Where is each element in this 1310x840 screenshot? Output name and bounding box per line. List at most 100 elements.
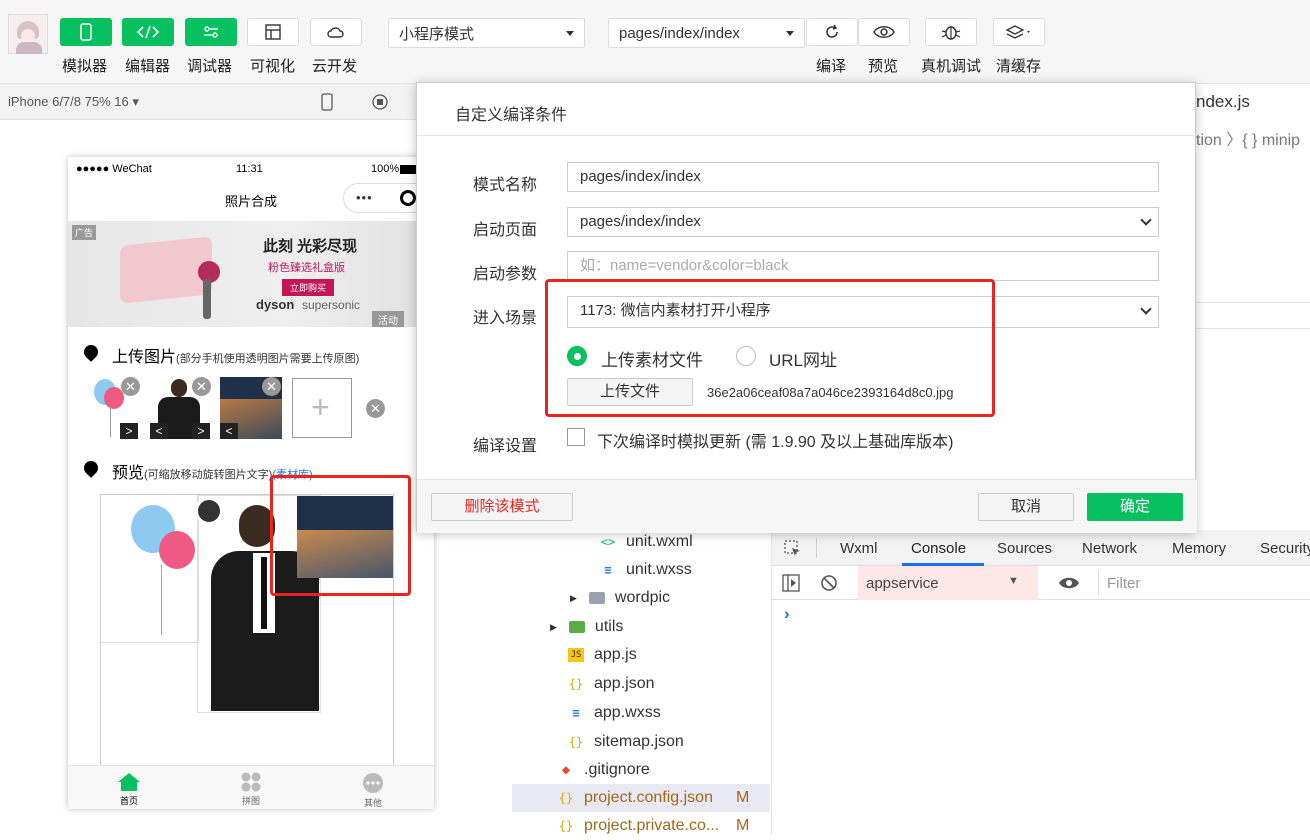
avatar[interactable]	[8, 14, 48, 54]
tab-collage[interactable]: 拼图	[221, 772, 281, 807]
wxml-icon: <>	[600, 535, 616, 549]
eye-icon[interactable]	[1058, 576, 1080, 590]
remote-debug-button[interactable]	[925, 18, 977, 46]
cancel-button[interactable]: 取消	[978, 493, 1074, 521]
ad-tag: 广告	[72, 225, 97, 240]
tab-network[interactable]: Network	[1082, 540, 1137, 557]
dialog-title: 自定义编译条件	[455, 107, 568, 124]
chevron-down-icon: ▼	[1008, 575, 1019, 587]
delete-mode-button[interactable]: 删除该模式	[431, 493, 573, 521]
mode-name-label: 模式名称	[473, 177, 538, 194]
remove-image-icon[interactable]: ✕	[121, 377, 140, 396]
tab-other[interactable]: 其他	[343, 772, 403, 809]
file-item[interactable]: JS app.js	[568, 641, 637, 669]
layout-icon	[265, 24, 281, 40]
simulate-update-checkbox[interactable]	[567, 428, 585, 446]
more-dots-icon[interactable]: •••	[356, 190, 373, 205]
visual-label: 可视化	[250, 58, 296, 75]
add-image-button[interactable]: +	[292, 378, 352, 438]
file-item-selected[interactable]: {} project.config.json M	[512, 784, 770, 812]
ad-subline: 粉色臻选礼盒版	[268, 262, 345, 274]
clear-cache-button[interactable]	[993, 18, 1045, 46]
ad-banner[interactable]: 广告 此刻 光彩尽现 粉色臻选礼盒版 立即购买 dyson supersonic…	[68, 221, 434, 327]
phone-status-bar: ●●●●● WeChat 11:31 100%	[68, 157, 434, 181]
move-right-button[interactable]: >	[120, 423, 138, 439]
tab-console[interactable]: Console	[911, 540, 966, 557]
ad-buy-button[interactable]: 立即购买	[282, 279, 335, 296]
console-prompt[interactable]: ›	[784, 604, 790, 624]
file-item[interactable]: ◆ .gitignore	[558, 756, 650, 784]
tab-security[interactable]: Security	[1260, 540, 1310, 557]
move-right-button[interactable]: >	[192, 423, 210, 439]
git-icon: ◆	[561, 762, 571, 778]
chevron-down-icon	[786, 31, 794, 36]
tab-sources[interactable]: Sources	[997, 540, 1052, 557]
start-page-select[interactable]: pages/index/index	[567, 207, 1159, 237]
mode-name-input[interactable]: pages/index/index	[567, 162, 1159, 192]
compile-page-select[interactable]: pages/index/index	[608, 18, 805, 48]
ad-corner: 活动	[372, 311, 404, 327]
tab-wxml[interactable]: Wxml	[840, 540, 878, 557]
close-capsule-icon[interactable]	[400, 190, 416, 206]
devtools-panel: Wxml Console Sources Network Memory Secu…	[772, 530, 1310, 834]
debugger-label: 调试器	[187, 58, 233, 75]
file-item[interactable]: {} sitemap.json	[568, 728, 684, 756]
compile-settings-label: 编译设置	[473, 438, 538, 455]
ad-brand: dyson	[256, 297, 295, 312]
move-left-button[interactable]: <	[150, 423, 168, 439]
cloud-dev-button[interactable]	[310, 18, 362, 46]
editor-toggle-button[interactable]	[122, 18, 174, 46]
preview-button[interactable]	[858, 18, 910, 46]
json-icon: {}	[558, 791, 574, 805]
phone-rotate-icon[interactable]	[321, 93, 333, 111]
stop-icon[interactable]	[372, 94, 388, 110]
file-item[interactable]: {} app.json	[568, 670, 655, 698]
sidebar-toggle-icon[interactable]	[782, 574, 800, 592]
rotate-handle-icon[interactable]	[195, 497, 223, 525]
folder-icon	[588, 592, 605, 604]
device-select[interactable]: iPhone 6/7/8 75% 16 ▾	[8, 94, 139, 110]
modified-badge: M	[736, 789, 750, 806]
move-left-button[interactable]: <	[220, 423, 238, 439]
debug-toggle-icon	[204, 26, 218, 38]
preview-label: 预览	[868, 58, 899, 75]
tab-home[interactable]: 首页	[99, 772, 159, 807]
editor-pane: ndex.js tion 〉{ } minip	[1196, 84, 1310, 530]
chevron-right-icon: ▶	[570, 592, 577, 603]
debugger-toggle-button[interactable]	[185, 18, 237, 46]
folder-item[interactable]: ▶ utils	[550, 613, 623, 641]
file-item[interactable]: ≡ unit.wxss	[600, 556, 691, 584]
file-item[interactable]: ≡ app.wxss	[568, 699, 660, 727]
start-params-input[interactable]: 如：name=vendor&color=black	[567, 251, 1159, 281]
file-tree: <> unit.wxml ≡ unit.wxss ▶ wordpic ▶ utils…	[510, 520, 772, 834]
inspect-icon[interactable]	[784, 540, 802, 558]
plus-icon: +	[311, 389, 330, 425]
layers-icon	[1005, 25, 1030, 39]
clear-console-icon[interactable]	[820, 574, 838, 592]
confirm-button[interactable]: 确定	[1087, 493, 1183, 521]
json-icon: {}	[568, 735, 584, 749]
folder-item[interactable]: ▶ wordpic	[570, 584, 670, 612]
filter-input[interactable]: Filter	[1098, 570, 1294, 596]
mode-select[interactable]: 小程序模式	[388, 18, 585, 48]
editor-label: 编辑器	[125, 58, 171, 75]
editor-breadcrumb[interactable]: tion 〉{ } minip	[1196, 126, 1300, 150]
file-item[interactable]: {} project.private.co... M	[558, 812, 750, 840]
visual-button[interactable]	[247, 18, 299, 46]
phone-icon	[80, 23, 92, 41]
remove-image-icon[interactable]: ✕	[192, 377, 211, 396]
folder-icon	[568, 621, 585, 633]
start-page-label: 启动页面	[473, 222, 538, 239]
compile-button[interactable]	[806, 18, 858, 46]
status-time: 11:31	[236, 163, 263, 175]
remove-image-icon[interactable]: ✕	[262, 377, 281, 396]
simulator-toggle-button[interactable]	[60, 18, 112, 46]
remove-image-icon[interactable]: ✕	[366, 399, 385, 418]
console-toolbar: appservice ▼ Filter	[772, 566, 1310, 600]
tab-memory[interactable]: Memory	[1172, 540, 1226, 557]
editor-tab-file[interactable]: ndex.js	[1196, 92, 1250, 112]
ad-headline: 此刻 光彩尽现	[263, 238, 358, 255]
context-select[interactable]: appservice ▼	[858, 566, 1038, 600]
upload-thumb-balloons[interactable]	[88, 377, 150, 439]
js-icon: JS	[568, 648, 584, 662]
